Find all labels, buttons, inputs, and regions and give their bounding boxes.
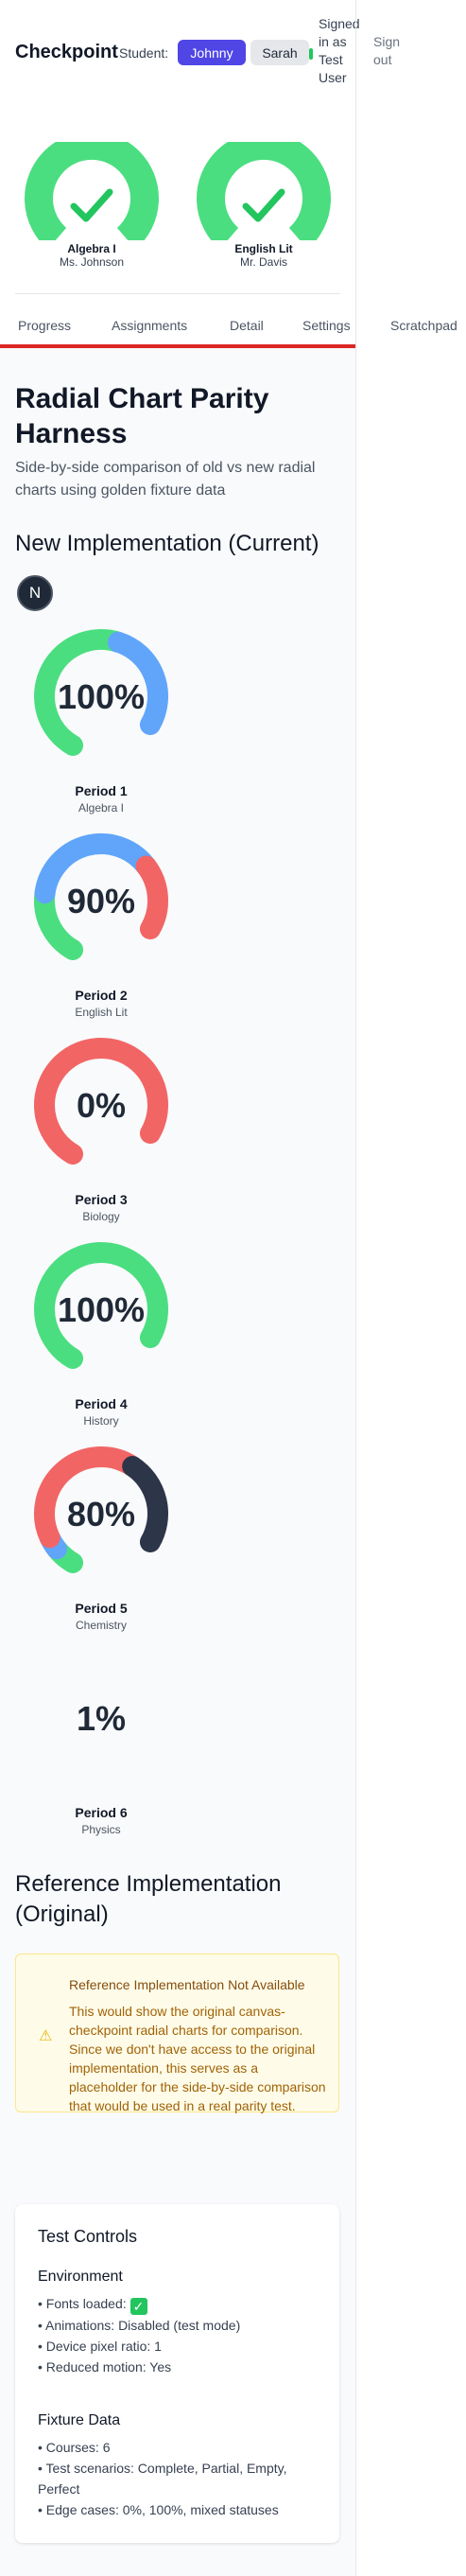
overview-gauge — [25, 142, 159, 240]
list-item: Test scenarios: Complete, Partial, Empty… — [38, 2458, 326, 2499]
page-title: Radial Chart Parity Harness — [15, 383, 269, 449]
vertical-divider — [355, 0, 356, 2576]
radial-subject: Chemistry — [75, 1619, 127, 1632]
radial-chart-period-2[interactable]: 90% Period 2 English Lit — [30, 827, 172, 1019]
fixture-list: Courses: 6 Test scenarios: Complete, Par… — [38, 2437, 326, 2520]
tab-progress[interactable]: Progress — [18, 318, 71, 333]
radial-subject: Biology — [82, 1210, 120, 1223]
list-item: Fonts loaded: ✓ — [38, 2293, 326, 2315]
overview-card-algebra[interactable]: Algebra I Ms. Johnson — [21, 142, 163, 269]
tab-bar: Progress Assignments Detail Settings Scr… — [0, 308, 466, 342]
radial-period-name: Period 1 — [75, 783, 128, 798]
radial-chart-period-6[interactable]: 1% Period 6 Physics — [30, 1644, 172, 1836]
warning-icon: ⚠ — [39, 2028, 53, 2044]
course-name: English Lit — [234, 242, 293, 255]
status-indicator — [309, 48, 313, 60]
check-icon — [70, 188, 113, 222]
radial-percent: 1% — [76, 1699, 127, 1738]
brand-title: Checkpoint — [15, 42, 118, 62]
main-content: Radial Chart Parity Harness Side-by-side… — [0, 348, 355, 2576]
student-sarah-button[interactable]: Sarah — [250, 40, 309, 65]
test-controls-title: Test Controls — [38, 2227, 138, 2246]
warning-title: Reference Implementation Not Available — [69, 1977, 305, 1992]
list-item: Animations: Disabled (test mode) — [38, 2315, 326, 2336]
radial-period-name: Period 4 — [75, 1396, 128, 1411]
radial-chart-period-5[interactable]: 80% Period 5 Chemistry — [30, 1440, 172, 1632]
course-name: Algebra I — [67, 242, 116, 255]
radial-percent: 100% — [57, 677, 146, 716]
new-implementation-heading: New Implementation (Current) — [15, 531, 319, 556]
warning-body: This would show the original canvas-chec… — [69, 2004, 326, 2113]
signed-in-text: Signed in as Test User — [319, 16, 360, 85]
radial-period-name: Period 3 — [75, 1192, 128, 1207]
list-item: Courses: 6 — [38, 2437, 326, 2458]
check-icon: ✓ — [129, 2298, 147, 2315]
tab-scratchpad[interactable]: Scratchpad — [390, 318, 457, 333]
radial-subject: Algebra I — [78, 801, 125, 815]
radial-period-name: Period 6 — [75, 1805, 128, 1820]
sign-out-link[interactable]: Sign out — [373, 33, 416, 69]
app-header: Checkpoint Student: Johnny Sarah Signed … — [0, 0, 360, 106]
course-teacher: Mr. Davis — [239, 255, 287, 269]
radial-subject: History — [83, 1414, 119, 1428]
check-icon — [242, 188, 285, 222]
list-item: Device pixel ratio: 1 — [38, 2336, 326, 2357]
tab-settings[interactable]: Settings — [302, 318, 351, 333]
radial-subject: Physics — [81, 1823, 121, 1836]
n-badge-icon[interactable]: N — [17, 575, 53, 611]
reference-implementation-heading: Reference Implementation (Original) — [15, 1871, 282, 1927]
radial-period-name: Period 5 — [75, 1601, 128, 1616]
radial-percent: 90% — [66, 882, 136, 920]
environment-heading: Environment — [38, 2269, 123, 2285]
course-teacher: Ms. Johnson — [59, 255, 125, 269]
radial-percent: 80% — [66, 1495, 136, 1533]
fixture-heading: Fixture Data — [38, 2412, 121, 2428]
radial-chart-period-4[interactable]: 100% Period 4 History — [30, 1235, 172, 1428]
page-subtitle: Side-by-side comparison of old vs new ra… — [15, 460, 316, 499]
test-controls-card: Test Controls Environment Fonts loaded: … — [15, 2204, 339, 2543]
tab-detail[interactable]: Detail — [230, 318, 264, 333]
radial-period-name: Period 2 — [75, 988, 128, 1003]
overview-card-english[interactable]: English Lit Mr. Davis — [193, 142, 335, 269]
radial-subject: English Lit — [75, 1006, 128, 1019]
list-item: Edge cases: 0%, 100%, mixed statuses — [38, 2499, 326, 2520]
student-johnny-button[interactable]: Johnny — [178, 40, 246, 65]
radial-chart-period-1[interactable]: 100% Period 1 Algebra I — [30, 622, 172, 815]
warning-box: ⚠ Reference Implementation Not Available… — [15, 1954, 339, 2113]
overview-gauge — [197, 142, 331, 240]
list-item: Reduced motion: Yes — [38, 2357, 326, 2377]
radial-chart-period-3[interactable]: 0% Period 3 Biology — [30, 1031, 172, 1223]
environment-list: Fonts loaded: ✓ Animations: Disabled (te… — [38, 2293, 326, 2377]
tab-assignments[interactable]: Assignments — [112, 318, 187, 333]
section-divider — [15, 293, 340, 294]
radial-percent: 100% — [57, 1290, 146, 1329]
student-label: Student: — [119, 45, 169, 61]
radial-percent: 0% — [76, 1086, 127, 1125]
